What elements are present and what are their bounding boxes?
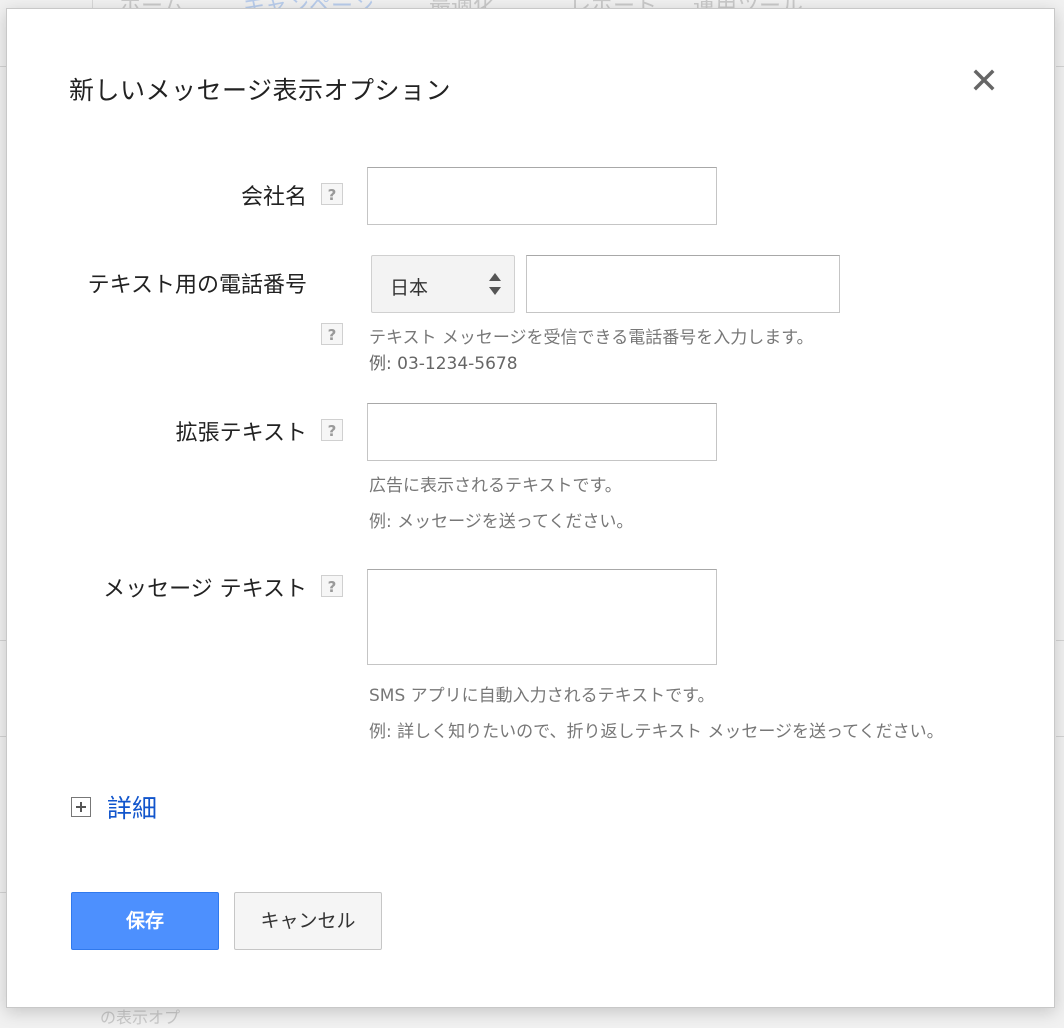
phone-help-icon[interactable]: ? [321, 323, 343, 345]
message-text-input[interactable] [367, 569, 717, 665]
extension-help-icon[interactable]: ? [321, 419, 343, 441]
country-select[interactable]: 日本 [371, 255, 515, 313]
message-text-label: メッセージ テキスト [103, 577, 307, 602]
bg-divider [1056, 640, 1064, 641]
company-name-input[interactable] [367, 167, 717, 225]
details-link[interactable]: 詳細 [107, 789, 157, 825]
extension-text-label: 拡張テキスト [175, 421, 307, 446]
phone-label: テキスト用の電話番号 [87, 273, 307, 298]
phone-hint: テキスト メッセージを受信できる電話番号を入力します。 [369, 328, 814, 348]
company-help-icon[interactable]: ? [321, 183, 343, 205]
extension-text-input[interactable] [367, 403, 717, 461]
phone-number-input[interactable] [526, 255, 840, 313]
country-select-value: 日本 [390, 277, 429, 299]
company-name-label: 会社名 [240, 185, 307, 210]
phone-example: 例: 03-1234-5678 [369, 354, 518, 374]
message-hint: SMS アプリに自動入力されるテキストです。 [369, 686, 715, 706]
cancel-button[interactable]: キャンセル [234, 892, 382, 950]
sort-arrows-icon [489, 273, 501, 295]
extension-hint: 広告に表示されるテキストです。 [369, 476, 622, 496]
save-button[interactable]: 保存 [71, 892, 219, 950]
close-icon[interactable] [969, 65, 999, 95]
expand-plus-icon [71, 797, 91, 817]
message-extension-dialog: 新しいメッセージ表示オプション 会社名 ? テキスト用の電話番号 日本 ? テキ… [6, 8, 1055, 1008]
message-help-icon[interactable]: ? [321, 575, 343, 597]
extension-example: 例: メッセージを送ってください。 [369, 512, 634, 532]
dialog-title: 新しいメッセージ表示オプション [69, 76, 452, 105]
details-toggle[interactable]: 詳細 [71, 789, 157, 825]
bg-divider [1056, 736, 1064, 737]
bg-divider [1056, 66, 1064, 67]
message-example: 例: 詳しく知りたいので、折り返しテキスト メッセージを送ってください。 [369, 722, 944, 742]
